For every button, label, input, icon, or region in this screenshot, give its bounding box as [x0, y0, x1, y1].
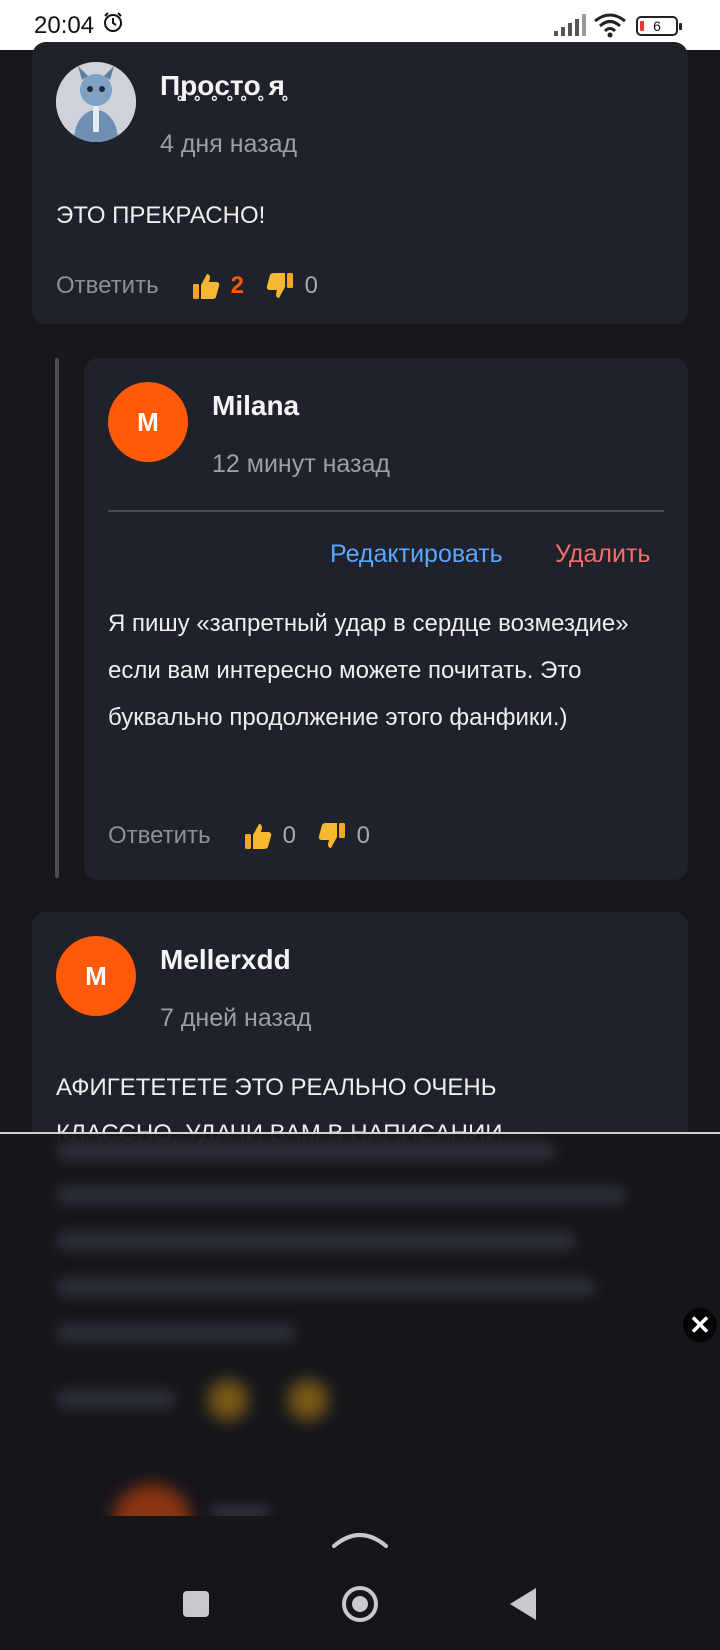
blurred-dislike — [288, 1380, 328, 1420]
blurred-text-line — [56, 1142, 556, 1160]
blurred-text-line — [56, 1278, 596, 1296]
blurred-text-line — [56, 1324, 296, 1342]
likes-count: 2 — [230, 272, 244, 299]
avatar[interactable]: M — [108, 382, 188, 462]
dislikes-count: 0 — [304, 272, 318, 299]
back-button[interactable] — [510, 1588, 536, 1620]
reply-thread-line — [55, 358, 59, 878]
comment-time: 7 дней назад — [160, 1004, 312, 1032]
comment-time: 4 дня назад — [160, 130, 298, 158]
ad-overlay[interactable] — [0, 1132, 720, 1518]
divider — [108, 510, 664, 512]
thumbs-down-icon[interactable] — [317, 821, 347, 851]
blurred-reply — [56, 1390, 176, 1408]
thumbs-up-icon[interactable] — [243, 821, 273, 851]
thumbs-down-icon[interactable] — [265, 271, 295, 301]
comment-time: 12 минут назад — [212, 450, 390, 478]
avatar[interactable]: M — [56, 936, 136, 1016]
reply-button[interactable]: Ответить — [56, 272, 159, 300]
reply-comment-card: M Milana 12 минут назад Редактировать Уд… — [84, 358, 688, 880]
blurred-like — [208, 1380, 248, 1420]
signal-icon — [554, 14, 586, 36]
comment-author[interactable]: Milana — [212, 390, 299, 422]
recents-button[interactable] — [183, 1591, 209, 1617]
close-ad-button[interactable]: ✕ — [683, 1308, 717, 1342]
blurred-avatar — [112, 1484, 192, 1518]
chevron-up-icon[interactable] — [332, 1528, 388, 1550]
comment-actions: Ответить 0 0 — [108, 816, 391, 856]
comment-author[interactable]: П̥р̥о̥с̥т̥о̥ я̥ — [160, 70, 285, 102]
reply-button[interactable]: Ответить — [108, 822, 211, 850]
thumbs-up-icon[interactable] — [191, 271, 221, 301]
comment-card: П̥р̥о̥с̥т̥о̥ я̥ 4 дня назад ЭТО ПРЕКРАСН… — [32, 42, 688, 324]
wifi-icon — [594, 13, 626, 38]
alarm-icon — [104, 12, 122, 32]
comment-text: Я пишу «запретный удар в сердце возмезди… — [108, 610, 629, 731]
avatar[interactable] — [56, 62, 136, 142]
dislikes-count: 0 — [356, 822, 370, 849]
comment-author[interactable]: Mellerxdd — [160, 944, 291, 976]
blurred-text-line — [56, 1186, 626, 1204]
likes-count: 0 — [282, 822, 296, 849]
blurred-text-line — [56, 1232, 576, 1250]
edit-button[interactable]: Редактировать — [330, 540, 503, 569]
comment-text: ЭТО ПРЕКРАСНО! — [56, 202, 266, 229]
comment-actions: Ответить 2 0 — [56, 266, 339, 306]
status-time: 20:04 — [34, 12, 95, 39]
home-button[interactable] — [342, 1586, 378, 1622]
avatar-image — [56, 62, 136, 142]
comment-text: АФИГЕТЕТЕТЕ ЭТО РЕАЛЬНО ОЧЕНЬ — [56, 1074, 497, 1101]
delete-button[interactable]: Удалить — [555, 540, 650, 569]
battery-icon: 6 — [636, 16, 682, 36]
